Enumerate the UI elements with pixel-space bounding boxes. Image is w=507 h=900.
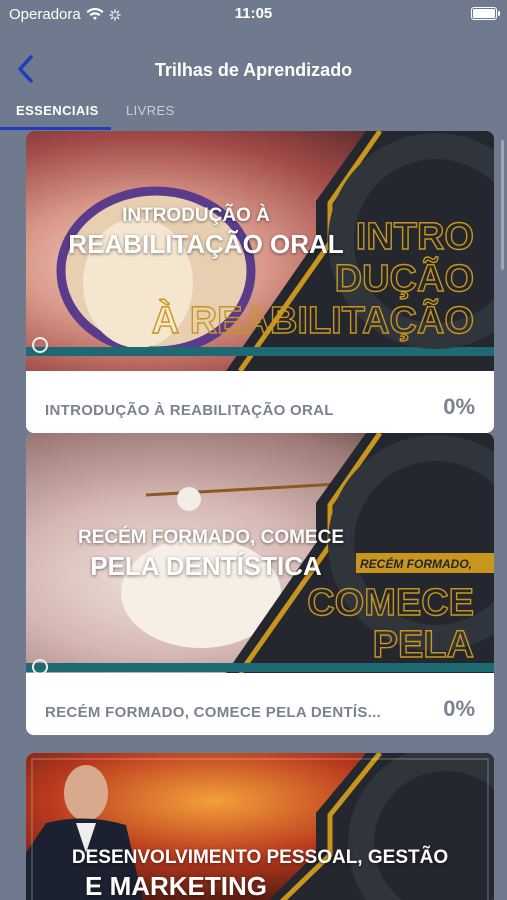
banner-title-line1: DESENVOLVIMENTO PESSOAL, GESTÃO — [71, 847, 449, 868]
status-bar: Operadora 11:05 — [0, 0, 507, 30]
path-card-footer: RECÉM FORMADO, COMECE PELA DENTÍS... 0% — [26, 673, 494, 735]
svg-text:COMECE: COMECE — [307, 582, 474, 624]
banner-title-line2: PELA DENTÍSTICA — [90, 551, 322, 581]
banner-title-line1: INTRODUÇÃO À — [122, 205, 270, 226]
active-tab-indicator — [0, 127, 111, 130]
battery-icon — [471, 7, 500, 20]
path-card-label: INTRODUÇÃO À REABILITAÇÃO ORAL — [45, 402, 334, 419]
page-title: Trilhas de Aprendizado — [154, 60, 353, 80]
path-progress: 0% — [443, 696, 475, 721]
path-card[interactable]: INTRO DUÇÃO À REABILITAÇÃO INTRODUÇÃO À … — [26, 131, 494, 433]
navigation-bar: Trilhas de Aprendizado — [0, 40, 507, 100]
svg-text:PELA: PELA — [373, 624, 474, 666]
path-card-banner: INTRO DUÇÃO À REABILITAÇÃO INTRODUÇÃO À … — [26, 131, 494, 371]
path-progress: 0% — [443, 394, 475, 419]
learning-paths-list: INTRO DUÇÃO À REABILITAÇÃO INTRODUÇÃO À … — [0, 131, 507, 900]
svg-text:À REABILITAÇÃO: À REABILITAÇÃO — [152, 298, 474, 342]
banner-title-line2: REABILITAÇÃO ORAL — [68, 229, 344, 259]
path-card-footer: INTRODUÇÃO À REABILITAÇÃO ORAL 0% — [26, 371, 494, 433]
tab-bar: ESSENCIAIS LIVRES — [0, 100, 507, 132]
tab-essenciais[interactable]: ESSENCIAIS — [16, 103, 99, 118]
clock: 11:05 — [234, 5, 273, 22]
banner-title-line1: RECÉM FORMADO, COMECE — [78, 527, 344, 548]
banner-title-line2: E MARKETING — [85, 871, 267, 900]
path-card[interactable]: DESENVOLVIMENTO PESSOAL, GESTÃO E MARKET… — [26, 753, 494, 900]
path-card-banner: COMECE PELA RECÉM FORMADO, RECÉM FORMADO… — [26, 433, 494, 673]
scroll-indicator[interactable] — [501, 140, 504, 270]
svg-text:DUÇÃO: DUÇÃO — [335, 256, 474, 300]
path-card-label: RECÉM FORMADO, COMECE PELA DENTÍS... — [45, 704, 382, 721]
path-card-banner: DESENVOLVIMENTO PESSOAL, GESTÃO E MARKET… — [26, 753, 494, 900]
tab-livres[interactable]: LIVRES — [126, 103, 175, 118]
path-card[interactable]: COMECE PELA RECÉM FORMADO, RECÉM FORMADO… — [26, 433, 494, 735]
